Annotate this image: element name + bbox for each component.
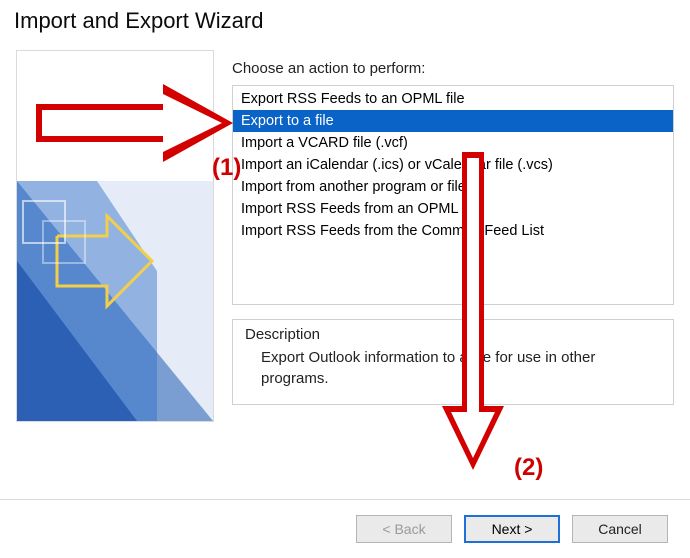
action-list-item[interactable]: Import from another program or file	[233, 176, 673, 198]
back-button[interactable]: < Back	[356, 515, 452, 543]
action-list-item[interactable]: Import a VCARD file (.vcf)	[233, 132, 673, 154]
wizard-illustration	[16, 50, 214, 422]
cancel-button[interactable]: Cancel	[572, 515, 668, 543]
next-button[interactable]: Next >	[464, 515, 560, 543]
action-listbox[interactable]: Export RSS Feeds to an OPML fileExport t…	[232, 85, 674, 305]
action-list-item[interactable]: Import an iCalendar (.ics) or vCalendar …	[233, 154, 673, 176]
description-heading: Description	[245, 326, 661, 343]
action-list-item[interactable]: Export to a file	[233, 110, 673, 132]
wizard-footer: < Back Next > Cancel	[0, 499, 690, 558]
description-text: Export Outlook information to a file for…	[245, 347, 661, 389]
action-list-item[interactable]: Import RSS Feeds from the Common Feed Li…	[233, 220, 673, 242]
action-list-item[interactable]: Import RSS Feeds from an OPML file	[233, 198, 673, 220]
callout-step2-label: (2)	[514, 454, 543, 482]
action-prompt-label: Choose an action to perform:	[232, 60, 674, 77]
description-panel: Description Export Outlook information t…	[232, 319, 674, 405]
window-title: Import and Export Wizard	[0, 0, 690, 50]
action-list-item[interactable]: Export RSS Feeds to an OPML file	[233, 88, 673, 110]
